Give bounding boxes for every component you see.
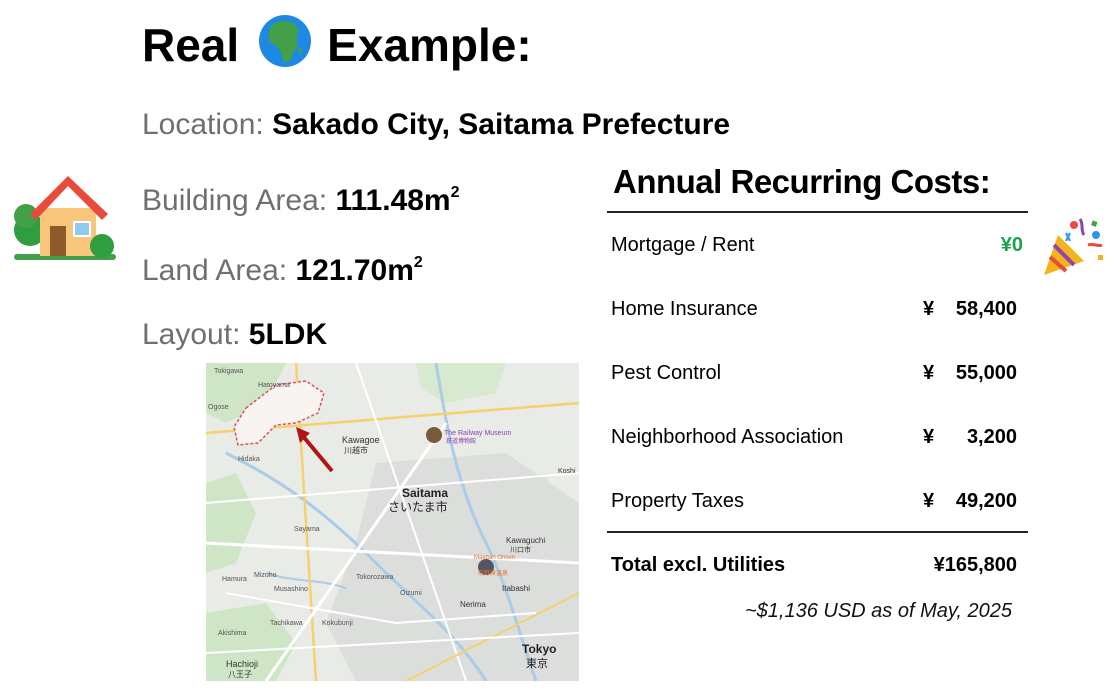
costs-top-divider <box>607 211 1028 213</box>
building-area-sup: 2 <box>450 184 460 201</box>
building-area-label: Building Area: <box>142 184 328 217</box>
map-label-sayama: Sayama <box>294 526 320 533</box>
cost-name: Mortgage / Rent <box>611 234 755 256</box>
map-label-hachioji: Hachioji <box>226 659 258 669</box>
cost-row-home-insurance: Home Insurance ¥58,400 <box>611 294 1017 324</box>
map-label-hidaka: Hidaka <box>238 456 260 463</box>
map-label-koshi: Koshi <box>558 468 576 475</box>
building-area-number: 111.48m <box>335 184 451 217</box>
cost-amount: ¥49,200 <box>923 486 1017 516</box>
map-label-hamura: Hamura <box>222 576 247 583</box>
cost-row-neighborhood-association: Neighborhood Association ¥3,200 <box>611 422 1017 452</box>
cost-amount: ¥58,400 <box>923 294 1017 324</box>
map-label-tokyo-jp: 東京 <box>526 656 548 670</box>
title-left: Real <box>142 18 240 71</box>
cost-value: 55,000 <box>955 362 1017 384</box>
map-label-railway-museum: The Railway Museum <box>444 430 511 437</box>
map-label-hachioji-jp: 八王子 <box>228 670 252 679</box>
yen-sign: ¥ <box>923 426 935 448</box>
map-label-kawagoe-jp: 川越市 <box>344 445 368 455</box>
building-area-line: Building Area: 111.48m2 <box>142 175 460 217</box>
yen-sign: ¥ <box>923 490 935 512</box>
usd-conversion-note: ~$1,136 USD as of May, 2025 <box>744 600 1012 622</box>
cost-amount: ¥3,200 <box>923 422 1017 452</box>
map-label-tokorozawa: Tokorozawa <box>356 574 393 581</box>
location-line: Location: Sakado City, Saitama Prefectur… <box>142 105 730 145</box>
cost-name: Home Insurance <box>611 298 758 320</box>
map-label-mizuho: Mizuho <box>254 572 277 579</box>
map-label-saitama-jp: さいたま市 <box>388 499 448 514</box>
cost-value: 49,200 <box>955 490 1017 512</box>
land-area-sup: 2 <box>413 254 423 271</box>
costs-title: Annual Recurring Costs: <box>613 163 991 200</box>
party-popper-icon <box>1044 218 1103 275</box>
total-amount: ¥165,800 <box>933 554 1017 576</box>
cost-row-mortgage: Mortgage / Rent ¥0 <box>611 230 1023 260</box>
map-label-oizumi: Oizumi <box>400 590 422 597</box>
map-label-railway-museum-jp: 鉄道博物館 <box>446 437 476 445</box>
map-label-onsen: Maebari Onsen <box>474 555 515 561</box>
map-label-kokubunji: Kokubunji <box>322 620 353 627</box>
map-label-saitama: Saitama <box>402 486 448 500</box>
cost-value: 3,200 <box>966 426 1017 448</box>
map-label-tokyo: Tokyo <box>522 642 556 656</box>
layout-value: 5LDK <box>248 318 328 351</box>
title-right: Example: <box>327 18 532 71</box>
map-label-tachikawa: Tachikawa <box>270 620 303 627</box>
map-label-akishima: Akishima <box>218 630 247 637</box>
cost-name: Property Taxes <box>611 490 745 512</box>
cost-name: Pest Control <box>611 362 722 384</box>
map-label-musashino: Musashino <box>274 586 308 593</box>
map-label-onsen-jp: 前野原温泉 <box>478 569 508 577</box>
cost-name: Neighborhood Association <box>611 426 844 448</box>
globe-africa-icon <box>259 14 312 67</box>
layout-label: Layout: <box>142 318 241 351</box>
cost-row-total: Total excl. Utilities ¥165,800 <box>611 550 1017 580</box>
map-label-itabashi: Itabashi <box>502 584 530 593</box>
house-with-garden-icon <box>14 176 116 260</box>
total-label: Total excl. Utilities <box>611 554 786 576</box>
land-area-label: Land Area: <box>142 254 288 287</box>
location-label: Location: <box>142 108 264 141</box>
map-label-ogose: Ogose <box>208 404 229 411</box>
yen-sign: ¥ <box>923 298 935 320</box>
map-label-kawagoe: Kawagoe <box>342 435 380 445</box>
yen-sign: ¥ <box>923 362 935 384</box>
cost-row-property-taxes: Property Taxes ¥49,200 <box>611 486 1017 516</box>
map-label-tokigawa: Tokigawa <box>214 368 243 375</box>
building-area-value: 111.48m2 <box>335 184 459 217</box>
land-area-line: Land Area: 121.70m2 <box>142 245 423 287</box>
costs-total-divider <box>607 531 1028 533</box>
map-label-kawaguchi: Kawaguchi <box>506 536 545 545</box>
cost-value: 58,400 <box>955 298 1017 320</box>
map-label-hatoyama: Hatoyama <box>258 382 290 389</box>
land-area-value: 121.70m2 <box>295 254 422 287</box>
layout-line: Layout: 5LDK <box>142 315 327 355</box>
location-value: Sakado City, Saitama Prefecture <box>272 108 731 141</box>
location-map[interactable]: Tokigawa Hatoyama Ogose Kawagoe 川越市 The … <box>206 363 579 681</box>
cost-row-pest-control: Pest Control ¥55,000 <box>611 358 1017 388</box>
land-area-number: 121.70m <box>295 254 414 287</box>
cost-amount-zero: ¥0 <box>1000 234 1023 256</box>
cost-amount: ¥55,000 <box>923 358 1017 388</box>
map-label-nerima: Nerima <box>460 600 486 609</box>
map-canvas: Tokigawa Hatoyama Ogose Kawagoe 川越市 The … <box>206 363 579 681</box>
page-title: Real Example: <box>142 10 532 72</box>
map-label-kawaguchi-jp: 川口市 <box>510 545 531 554</box>
